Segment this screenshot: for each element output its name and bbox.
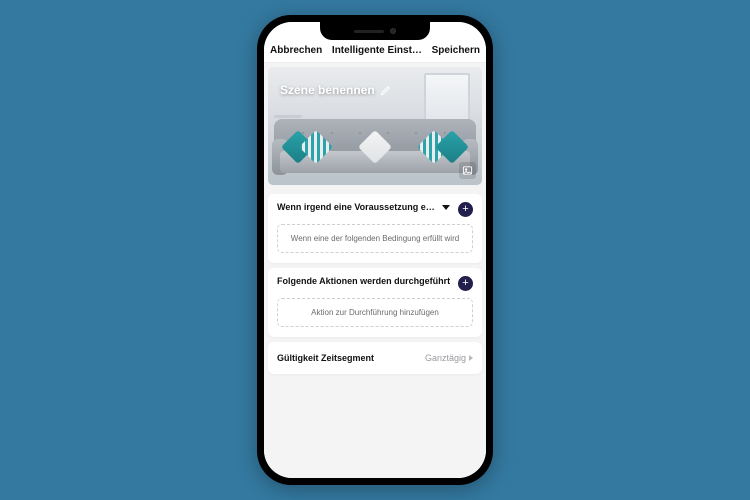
- app-screen: Abbrechen Intelligente Einst… Speichern: [264, 22, 486, 478]
- image-icon: [462, 165, 473, 176]
- scene-name-label: Szene benennen: [280, 83, 375, 97]
- plus-icon: +: [462, 204, 468, 215]
- validity-label: Gültigkeit Zeitsegment: [277, 353, 374, 363]
- condition-placeholder-text: Wenn eine der folgenden Bedingung erfüll…: [291, 234, 459, 243]
- add-condition-placeholder[interactable]: Wenn eine der folgenden Bedingung erfüll…: [277, 224, 473, 253]
- page-title: Intelligente Einst…: [322, 45, 431, 56]
- actions-title: Folgende Aktionen werden durchgeführt: [277, 276, 450, 287]
- navbar: Abbrechen Intelligente Einst… Speichern: [264, 42, 486, 63]
- plus-icon: +: [462, 278, 468, 289]
- add-action-placeholder[interactable]: Aktion zur Durchführung hinzufügen: [277, 298, 473, 327]
- scene-hero-image: Szene benennen: [268, 67, 482, 185]
- chevron-right-icon: [469, 355, 473, 361]
- add-action-button[interactable]: +: [458, 276, 473, 291]
- phone-notch: [320, 22, 430, 40]
- add-condition-button[interactable]: +: [458, 202, 473, 217]
- conditions-title-dropdown[interactable]: Wenn irgend eine Voraussetzung e…: [277, 202, 452, 213]
- conditions-card: Wenn irgend eine Voraussetzung e… + Wenn…: [268, 194, 482, 263]
- chevron-down-icon: [442, 205, 450, 210]
- scene-name-field[interactable]: Szene benennen: [280, 83, 391, 97]
- content-scroll: Szene benennen: [264, 63, 486, 478]
- actions-card: Folgende Aktionen werden durchgeführt + …: [268, 268, 482, 337]
- change-background-button[interactable]: [459, 162, 476, 179]
- phone-frame: Abbrechen Intelligente Einst… Speichern: [257, 15, 493, 485]
- conditions-title: Wenn irgend eine Voraussetzung e…: [277, 202, 435, 213]
- save-button[interactable]: Speichern: [432, 45, 480, 56]
- cancel-button[interactable]: Abbrechen: [270, 45, 322, 56]
- validity-value: Ganztägig: [425, 353, 466, 363]
- validity-time-row[interactable]: Gültigkeit Zeitsegment Ganztägig: [268, 342, 482, 374]
- action-placeholder-text: Aktion zur Durchführung hinzufügen: [311, 308, 439, 317]
- pencil-icon: [380, 85, 391, 96]
